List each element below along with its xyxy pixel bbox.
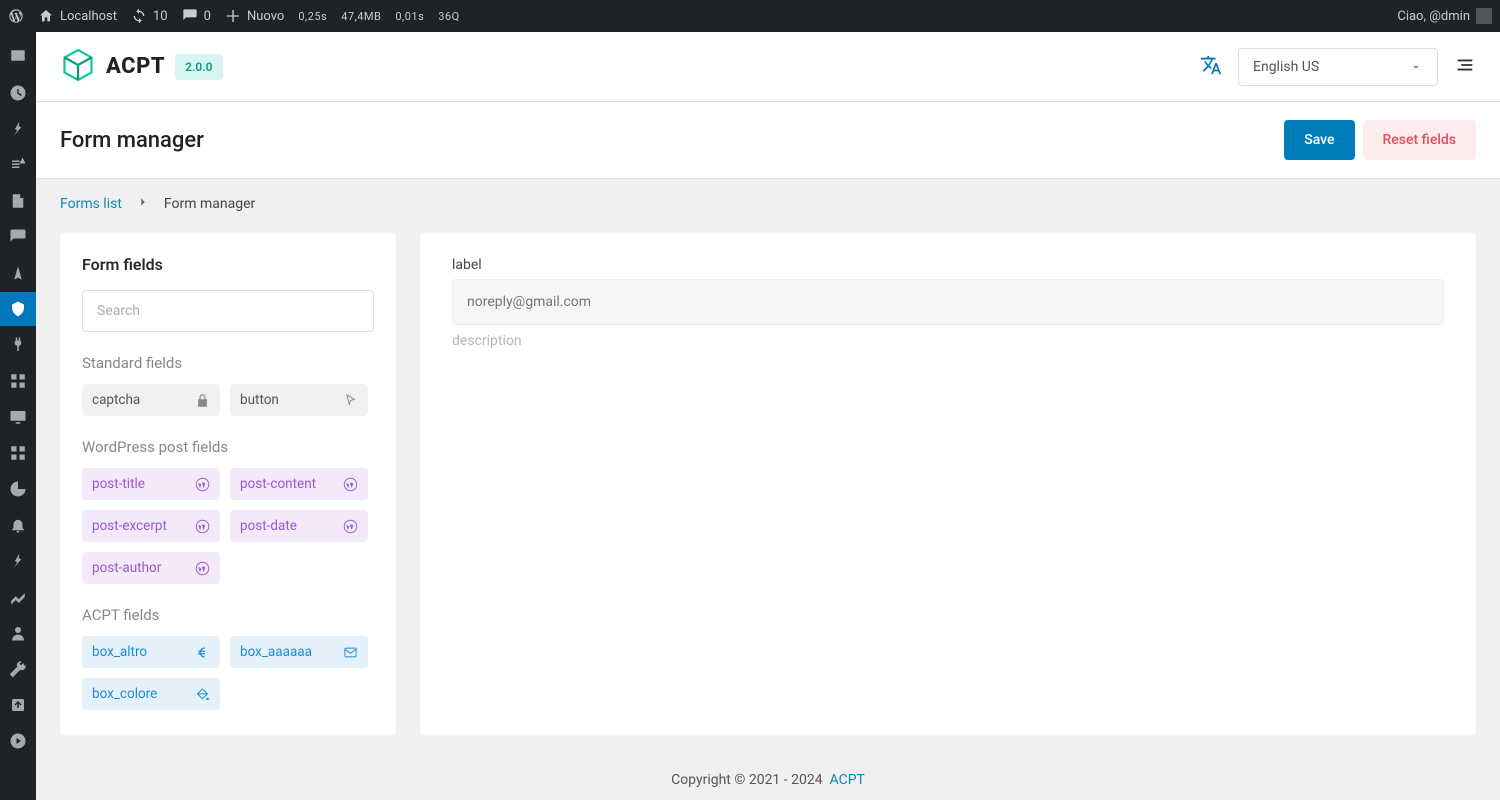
language-select[interactable]: English US: [1238, 48, 1438, 86]
debug-timing[interactable]: 0,25s: [298, 10, 327, 23]
menu-comments[interactable]: [0, 220, 36, 254]
main-area: ACPT 2.0.0 English US Form manager Save …: [36, 32, 1500, 800]
menu-analytics[interactable]: [0, 472, 36, 506]
field-post-title[interactable]: post-title: [82, 468, 220, 500]
translate-icon[interactable]: [1200, 54, 1222, 80]
menu-updates[interactable]: [0, 76, 36, 110]
wp-fields-label: WordPress post fields: [82, 438, 374, 456]
search-input[interactable]: [82, 290, 374, 332]
wordpress-icon: [195, 519, 210, 534]
footer: Copyright © 2021 - 2024 ACPT: [36, 760, 1500, 800]
menu-users[interactable]: [0, 616, 36, 650]
wordpress-icon: [195, 561, 210, 576]
menu-media[interactable]: [0, 148, 36, 182]
form-canvas: label description: [420, 233, 1476, 735]
debug-queries[interactable]: 36Q: [438, 10, 459, 23]
app-topbar: ACPT 2.0.0 English US: [36, 32, 1500, 102]
brand-name: ACPT: [106, 54, 165, 79]
field-button[interactable]: button: [230, 384, 368, 416]
debug-query-time[interactable]: 0,01s: [395, 10, 424, 23]
canvas-field-label: label: [452, 257, 1444, 273]
paint-icon: [195, 687, 210, 702]
canvas-field-description: description: [452, 333, 1444, 349]
chevron-right-icon: [136, 195, 150, 213]
avatar-icon: [1476, 8, 1492, 24]
field-post-author[interactable]: post-author: [82, 552, 220, 584]
field-post-excerpt[interactable]: post-excerpt: [82, 510, 220, 542]
version-badge: 2.0.0: [175, 54, 222, 80]
page-header: Form manager Save Reset fields: [36, 102, 1500, 179]
greeting[interactable]: Ciao, @dmin: [1397, 8, 1492, 24]
breadcrumb-current: Form manager: [164, 196, 255, 212]
field-captcha[interactable]: captcha: [82, 384, 220, 416]
menu-pages[interactable]: [0, 184, 36, 218]
menu-dashboard[interactable]: [0, 40, 36, 74]
site-link[interactable]: Localhost: [38, 8, 117, 24]
menu-plugins[interactable]: [0, 328, 36, 362]
reset-button[interactable]: Reset fields: [1363, 120, 1477, 160]
fields-panel: Form fields Standard fields captcha butt…: [60, 233, 396, 735]
acpt-fields-label: ACPT fields: [82, 606, 374, 624]
lock-icon: [195, 393, 210, 408]
menu-wrench[interactable]: [0, 652, 36, 686]
menu-acpt[interactable]: [0, 292, 36, 326]
page-title: Form manager: [60, 128, 204, 153]
collapse-menu-icon[interactable]: [1454, 54, 1476, 80]
field-post-date[interactable]: post-date: [230, 510, 368, 542]
canvas-field-input[interactable]: [452, 279, 1444, 325]
logo-icon: [60, 47, 96, 87]
wp-admin-bar: Localhost 10 0 Nuovo 0,25s 47,4MB 0,01s …: [0, 0, 1500, 32]
wp-admin-menu: [0, 32, 36, 800]
breadcrumb: Forms list Form manager: [36, 179, 1500, 233]
euro-icon: [195, 645, 210, 660]
field-box-colore[interactable]: box_colore: [82, 678, 220, 710]
field-box-altro[interactable]: box_altro: [82, 636, 220, 668]
brand: ACPT 2.0.0: [60, 47, 223, 87]
chevron-down-icon: [1409, 60, 1423, 74]
wordpress-icon: [195, 477, 210, 492]
wordpress-icon: [343, 519, 358, 534]
field-box-aaaaaa[interactable]: box_aaaaaa: [230, 636, 368, 668]
breadcrumb-root[interactable]: Forms list: [60, 196, 122, 212]
menu-tools[interactable]: [0, 544, 36, 578]
menu-settings[interactable]: [0, 580, 36, 614]
menu-grid[interactable]: [0, 364, 36, 398]
language-value: English US: [1253, 59, 1319, 75]
save-button[interactable]: Save: [1284, 120, 1354, 160]
updates-link[interactable]: 10: [131, 8, 168, 24]
menu-posts[interactable]: [0, 112, 36, 146]
footer-link[interactable]: ACPT: [830, 772, 865, 788]
menu-grid-alt[interactable]: [0, 436, 36, 470]
comments-link[interactable]: 0: [182, 8, 211, 24]
mail-icon: [343, 645, 358, 660]
menu-screen[interactable]: [0, 400, 36, 434]
standard-fields-label: Standard fields: [82, 354, 374, 372]
fields-heading: Form fields: [82, 255, 374, 274]
wp-logo[interactable]: [8, 8, 24, 24]
field-post-content[interactable]: post-content: [230, 468, 368, 500]
debug-memory[interactable]: 47,4MB: [341, 10, 381, 23]
cursor-icon: [343, 393, 358, 408]
menu-appearance[interactable]: [0, 256, 36, 290]
wordpress-icon: [343, 477, 358, 492]
menu-notifications[interactable]: [0, 508, 36, 542]
menu-export[interactable]: [0, 688, 36, 722]
new-link[interactable]: Nuovo: [225, 8, 284, 24]
menu-play[interactable]: [0, 724, 36, 758]
